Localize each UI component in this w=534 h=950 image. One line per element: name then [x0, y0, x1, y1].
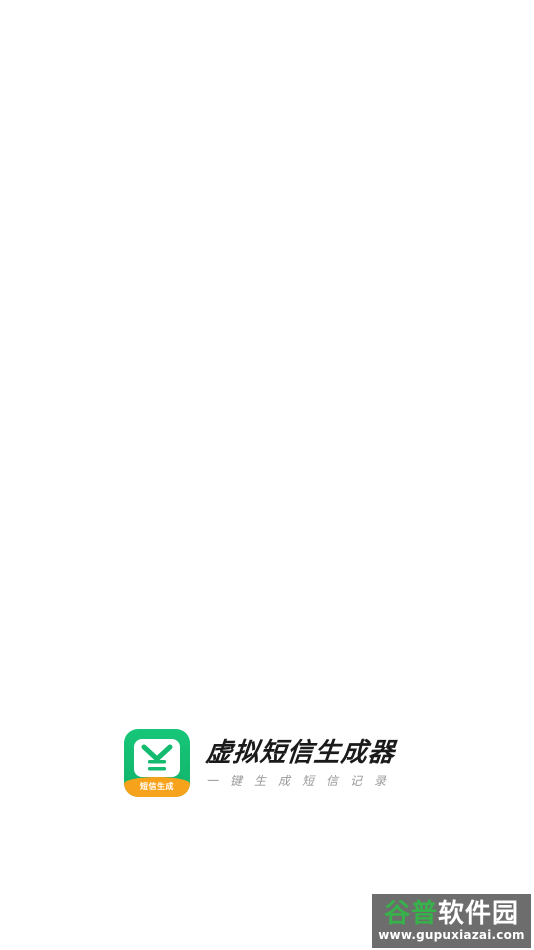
splash-screen: 短信生成 虚拟短信生成器 一键生成短信记录 谷普软件园 www.gupuxiaz…	[0, 0, 534, 950]
watermark-url: www.gupuxiazai.com	[378, 928, 525, 942]
brand-text: 虚拟短信生成器 一键生成短信记录	[204, 738, 399, 788]
watermark-logo-text: 谷普软件园	[384, 900, 519, 928]
app-brand: 短信生成 虚拟短信生成器 一键生成短信记录	[124, 729, 398, 797]
app-title: 虚拟短信生成器	[204, 738, 397, 768]
icon-label: 短信生成	[140, 782, 174, 791]
watermark: 谷普软件园 www.gupuxiazai.com	[372, 894, 531, 948]
app-icon: 短信生成	[124, 729, 190, 797]
watermark-text-part1: 谷普	[383, 899, 438, 929]
watermark-text-part2: 软件园	[438, 899, 520, 929]
app-slogan: 一键生成短信记录	[206, 774, 399, 788]
icon-ribbon: 短信生成	[124, 777, 190, 797]
